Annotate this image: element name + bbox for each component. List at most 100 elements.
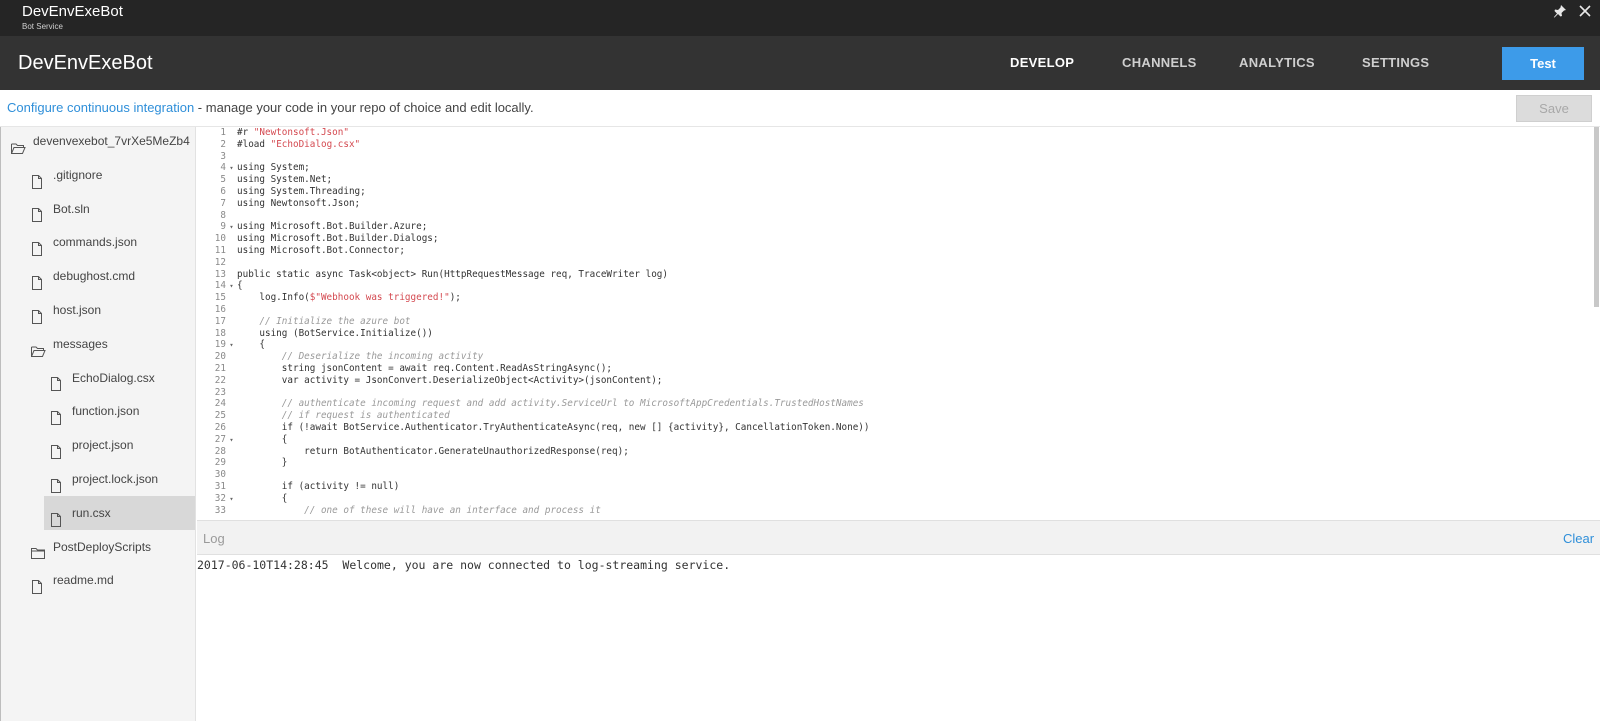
line-number: 11 [214, 245, 226, 256]
fold-arrow-icon[interactable]: ▾ [226, 221, 237, 233]
line-number: 9 [220, 221, 226, 233]
tree-item-gitignore[interactable]: .gitignore [31, 158, 102, 192]
code-line: 16 [197, 304, 237, 316]
tree-item-project-json[interactable]: project.json [50, 428, 133, 462]
tree-item-label: project.lock.json [72, 472, 159, 486]
tab-channels[interactable]: CHANNELS [1122, 55, 1197, 70]
tab-settings[interactable]: SETTINGS [1362, 55, 1429, 70]
tree-item-devenvexebot-7vrxe5mezb4[interactable]: devenvexebot_7vrXe5MeZb4 [11, 124, 190, 158]
code-text: { [237, 280, 243, 292]
window-subtitle: Bot Service [22, 22, 63, 31]
code-line: 5 using System.Net; [197, 174, 332, 186]
line-number: 27 [214, 433, 226, 445]
code-line: 1 #r "Newtonsoft.Json" [197, 127, 349, 139]
app-header: DevEnvExeBot DEVELOP CHANNELS ANALYTICS … [0, 36, 1600, 90]
log-output: 2017-06-10T14:28:45 Welcome, you are now… [197, 555, 1600, 721]
code-text: string jsonContent = await req.Content.R… [237, 363, 613, 374]
line-number: 20 [214, 351, 226, 363]
fold-arrow-icon[interactable]: ▾ [226, 280, 237, 292]
code-text: { [237, 433, 288, 445]
code-line: 2 #load "EchoDialog.csx" [197, 139, 360, 151]
tree-item-label: host.json [53, 303, 102, 317]
line-number: 19 [214, 339, 226, 351]
code-line: 9 ▾ using Microsoft.Bot.Builder.Azure; [197, 221, 427, 233]
tree-item-messages[interactable]: messages [31, 327, 108, 361]
code-text: #r [237, 127, 254, 138]
code-string: $"Webhook was triggered!" [309, 292, 450, 304]
code-line: 25 // if request is authenticated [197, 410, 450, 422]
page-title: DevEnvExeBot [18, 52, 153, 74]
code-text: return BotAuthenticator.GenerateUnauthor… [237, 445, 629, 457]
code-text: using Microsoft.Bot.Builder.Dialogs; [237, 233, 439, 245]
tree-item-host-json[interactable]: host.json [31, 293, 101, 327]
code-line: 32 ▾ { [197, 493, 288, 505]
file-icon [31, 168, 45, 189]
code-text: if (activity != null) [237, 481, 400, 492]
code-line: 13 public static async Task<object> Run(H… [197, 269, 668, 281]
code-text: if (!await BotService.Authenticator.TryA… [237, 422, 870, 433]
tree-item-run-csx[interactable]: run.csx [44, 495, 195, 530]
tree-item-bot-sln[interactable]: Bot.sln [31, 192, 90, 226]
log-line: 2017-06-10T14:28:45 Welcome, you are now… [197, 558, 731, 572]
tree-item-debughost-cmd[interactable]: debughost.cmd [31, 259, 135, 293]
line-number: 33 [214, 504, 226, 516]
test-button[interactable]: Test [1502, 47, 1584, 80]
log-title: Log [203, 531, 225, 546]
fold-arrow-icon[interactable]: ▾ [226, 339, 237, 351]
code-line: 14 ▾{ [197, 280, 243, 292]
code-line: 21 string jsonContent = await req.Conten… [197, 363, 612, 375]
code-line: 33 // one of these will have an interfac… [197, 505, 601, 517]
tree-item-label: commands.json [53, 235, 138, 250]
file-icon [31, 303, 45, 324]
tree-item-label: readme.md [53, 573, 114, 588]
fold-arrow-icon[interactable]: ▾ [226, 434, 237, 446]
code-line: 24 // authenticate incoming request and … [197, 398, 864, 410]
line-number: 17 [214, 315, 226, 327]
tree-item-label: messages [53, 336, 108, 351]
code-line: 30 [197, 469, 237, 481]
line-number: 6 [220, 186, 226, 197]
tree-item-label: run.csx [72, 505, 111, 520]
code-line: 31 if (activity != null) [197, 481, 400, 493]
file-icon [31, 573, 45, 595]
file-icon [31, 201, 45, 223]
tab-develop[interactable]: DEVELOP [1010, 55, 1074, 70]
tree-item-label: .gitignore [53, 167, 103, 182]
line-number: 13 [214, 268, 226, 280]
fold-arrow-icon[interactable]: ▾ [226, 493, 237, 505]
code-editor[interactable]: 1 #r "Newtonsoft.Json" 2 #load "EchoDialog.… [197, 127, 1600, 520]
editor-scrollbar[interactable] [1594, 127, 1599, 307]
tree-item-label: EchoDialog.csx [72, 370, 155, 385]
tree-item-label: Bot.sln [53, 201, 90, 216]
fold-arrow-icon[interactable]: ▾ [226, 162, 237, 174]
code-line: 20 // Deserialize the incoming activity [197, 351, 483, 363]
tree-item-project-lock-json[interactable]: project.lock.json [50, 462, 158, 496]
folder-open-icon [11, 134, 26, 154]
code-line: 7 using Newtonsoft.Json; [197, 198, 360, 210]
save-button[interactable]: Save [1516, 95, 1592, 122]
tab-analytics[interactable]: ANALYTICS [1239, 55, 1315, 70]
configure-ci-link[interactable]: Configure continuous integration [7, 100, 194, 115]
tree-item-commands-json[interactable]: commands.json [31, 225, 137, 259]
line-number: 7 [220, 197, 226, 209]
line-number: 14 [214, 280, 226, 292]
code-text: using System.Threading; [237, 186, 366, 197]
tree-item-function-json[interactable]: function.json [50, 394, 139, 428]
code-string: "Newtonsoft.Json" [253, 127, 349, 138]
code-line: 28 return BotAuthenticator.GenerateUnaut… [197, 446, 629, 458]
tree-item-echodialog-csx[interactable]: EchoDialog.csx [50, 361, 155, 395]
code-line: 18 using (BotService.Initialize()) [197, 328, 433, 340]
file-icon [50, 370, 64, 392]
tree-item-postdeployscripts[interactable]: PostDeployScripts [31, 530, 151, 564]
line-number: 12 [214, 256, 226, 268]
line-number: 22 [214, 374, 226, 386]
tree-item-readme-md[interactable]: readme.md [31, 563, 114, 597]
code-line: 23 [197, 387, 237, 399]
close-icon[interactable] [1578, 4, 1592, 21]
code-text: public static async Task<object> Run(Htt… [237, 268, 668, 280]
line-number: 1 [220, 127, 226, 138]
clear-log-button[interactable]: Clear [1563, 531, 1594, 546]
code-text: { [237, 339, 265, 351]
code-line: 26 if (!await BotService.Authenticator.T… [197, 422, 870, 434]
pin-icon[interactable] [1553, 4, 1567, 22]
